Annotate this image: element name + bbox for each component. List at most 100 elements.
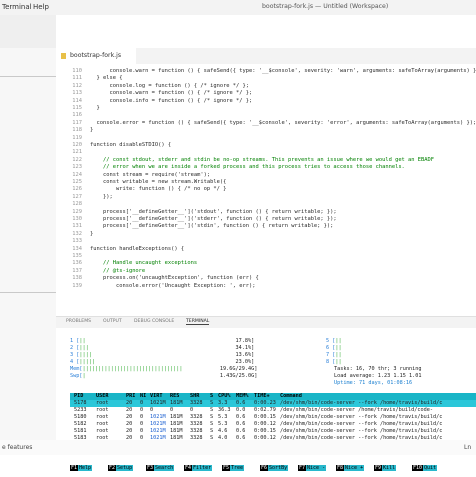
column-header[interactable]: S: [210, 393, 213, 399]
table-cell: 5233: [74, 407, 87, 413]
fkey-nice[interactable]: F8 Nice +: [336, 465, 365, 473]
code-line: }: [90, 105, 100, 111]
table-cell: 3328: [190, 400, 203, 406]
menu-help[interactable]: Help: [33, 3, 49, 11]
line-number: 123: [72, 164, 82, 171]
code-line: // Handle uncaught exceptions: [90, 260, 198, 267]
cpu-meter-3: 3 [|||| 13.6%]: [70, 352, 254, 358]
cpu-label: 6 [: [326, 345, 336, 351]
table-cell: 3328: [190, 414, 203, 420]
line-number: 129: [72, 208, 82, 215]
table-cell: 1021M: [150, 400, 166, 406]
cpu-bar: |||||: [79, 359, 236, 365]
table-cell: 0: [140, 407, 144, 413]
cpu-meter-2: 2 [||| 34.1%]: [70, 345, 254, 351]
table-cell: /dev/shm/bin/code-server --fork /home/tr…: [280, 421, 443, 427]
table-cell: 5.3: [218, 421, 228, 427]
terminal[interactable]: 1 [|| 17.8%] 2 [||| 34.1%] 3 [|||| 13.6%] 4…: [56, 328, 476, 440]
fkey-kill[interactable]: F9 Kill: [374, 465, 397, 473]
cpu-bar: ||||: [79, 352, 236, 358]
table-cell: 20: [126, 421, 133, 427]
process-table-header: PID USER PRI NI VIRT RES SHR S CPU% MEM% TIME+ Comm…: [70, 393, 476, 400]
code-line: function disableSTDIO() {: [90, 142, 172, 148]
meter-label: Mem[: [70, 366, 83, 372]
table-row: 5181 root 20 0 1021M 181M 3328 S 4.6 0.6 0:00.15/d…: [70, 428, 476, 435]
table-cell: root: [96, 414, 109, 420]
tab-output[interactable]: OUTPUT: [103, 319, 122, 324]
column-header[interactable]: CPU%: [218, 393, 231, 399]
cpu-label: 1 [: [70, 338, 80, 344]
uptime: Uptime: 71 days, 01:08:16: [334, 380, 413, 386]
fkey-label: Filter: [192, 465, 213, 471]
tab-bootstrap-fork[interactable]: bootstrap-fork.js: [56, 48, 136, 64]
meter-bar: ||||||||||||||||||||||||||||||||: [82, 366, 220, 372]
fkey-setup[interactable]: F2 Setup: [108, 465, 134, 473]
column-header[interactable]: SHR: [190, 393, 199, 399]
code-line: // error when we are inside a forked pro…: [90, 164, 405, 171]
line-number: 135: [72, 253, 82, 259]
line-number-gutter: 110 111 112 113 114 115 116 117 118 119 120 121 122 1…: [56, 64, 82, 316]
mem-meter: Mem[|||||||||||||||||||||||||||||||| 19.…: [70, 366, 257, 372]
table-cell: /dev/shm/bin/code-server --fork /home/tr…: [280, 414, 443, 420]
table-cell: 5180: [74, 414, 87, 420]
code-editor[interactable]: 110 111 112 113 114 115 116 117 118 119 120 121 122 1…: [56, 64, 476, 316]
fkey-label: Help: [78, 465, 93, 471]
tab-debug-console[interactable]: DEBUG CONSOLE: [134, 319, 174, 324]
column-header[interactable]: PID: [74, 393, 83, 399]
fkey-help[interactable]: F1 Help: [70, 465, 93, 473]
fkey-tree[interactable]: F5 Tree: [222, 465, 245, 473]
code-line: process['__defineGetter__']('stdin', fun…: [90, 223, 334, 230]
tab-problems[interactable]: PROBLEMS: [66, 319, 91, 324]
load-average: Load average: 1.23 1.15 1.01: [334, 373, 422, 379]
tab-terminal[interactable]: TERMINAL: [186, 319, 210, 325]
code-line: process['__defineGetter__']('stderr', fu…: [90, 216, 337, 222]
fkey-filter[interactable]: F4 Filter: [184, 465, 213, 473]
status-right-text: Ln: [464, 444, 472, 451]
code-line: }: [90, 230, 94, 237]
line-number: 134: [72, 245, 82, 252]
fkey-label: Kill: [382, 465, 397, 471]
sidebar-divider: [0, 292, 56, 293]
column-header[interactable]: USER: [96, 393, 109, 399]
code-line: console.log = function () { /* ignore */…: [90, 82, 250, 89]
line-number: 138: [72, 275, 82, 282]
column-header[interactable]: TIME+: [254, 393, 270, 399]
table-cell: 5182: [74, 421, 87, 427]
sidebar-divider: [0, 76, 56, 77]
column-header[interactable]: Command: [280, 393, 302, 399]
column-header[interactable]: RES: [170, 393, 179, 399]
column-header[interactable]: VIRT: [150, 393, 163, 399]
code-line: process['__defineGetter__']('stdout', fu…: [90, 208, 337, 215]
cpu-percent: 13.6%]: [235, 352, 255, 358]
table-cell: 36.3: [218, 407, 231, 413]
table-row: 5178 root 20 0 1021M 181M 3328 S 3.3 0.6 0:00.23/d…: [70, 400, 476, 407]
table-cell: 0: [190, 407, 194, 413]
table-cell: 4.6: [218, 428, 228, 434]
fkey-search[interactable]: F3 Search: [146, 465, 175, 473]
table-cell: 0:02.79: [254, 407, 276, 413]
cpu-label: 3 [: [70, 352, 80, 358]
line-number: 124: [72, 171, 82, 178]
table-cell: S: [210, 414, 214, 420]
line-number: 133: [72, 238, 82, 245]
table-cell: 1021M: [150, 414, 166, 420]
fkey-nice[interactable]: F7 Nice -: [298, 465, 327, 473]
code-line: console.warn = function () { /* ignore *…: [90, 90, 253, 97]
fkey-quit[interactable]: F10 Quit: [412, 465, 438, 473]
fkey-label: Quit: [423, 465, 438, 471]
cpu-bar: ||: [335, 345, 342, 351]
fkey-number: F3: [146, 465, 155, 471]
fkey-number: F2: [108, 465, 117, 471]
column-header[interactable]: MEM%: [236, 393, 249, 399]
column-header[interactable]: PRI: [126, 393, 135, 399]
column-header[interactable]: NI: [140, 393, 146, 399]
fkey-sortby[interactable]: F6 SortBy: [260, 465, 289, 473]
table-cell: 3.3: [218, 400, 228, 406]
menu-terminal[interactable]: Terminal: [2, 3, 32, 11]
cpu-percent: 34.1%]: [235, 345, 255, 351]
table-cell: 181M: [170, 414, 183, 420]
table-cell: 0:00.23: [254, 400, 276, 406]
line-number: 139: [72, 282, 82, 289]
editor-tab-bar: bootstrap-fork.js: [56, 48, 476, 65]
table-cell: root: [96, 407, 109, 413]
